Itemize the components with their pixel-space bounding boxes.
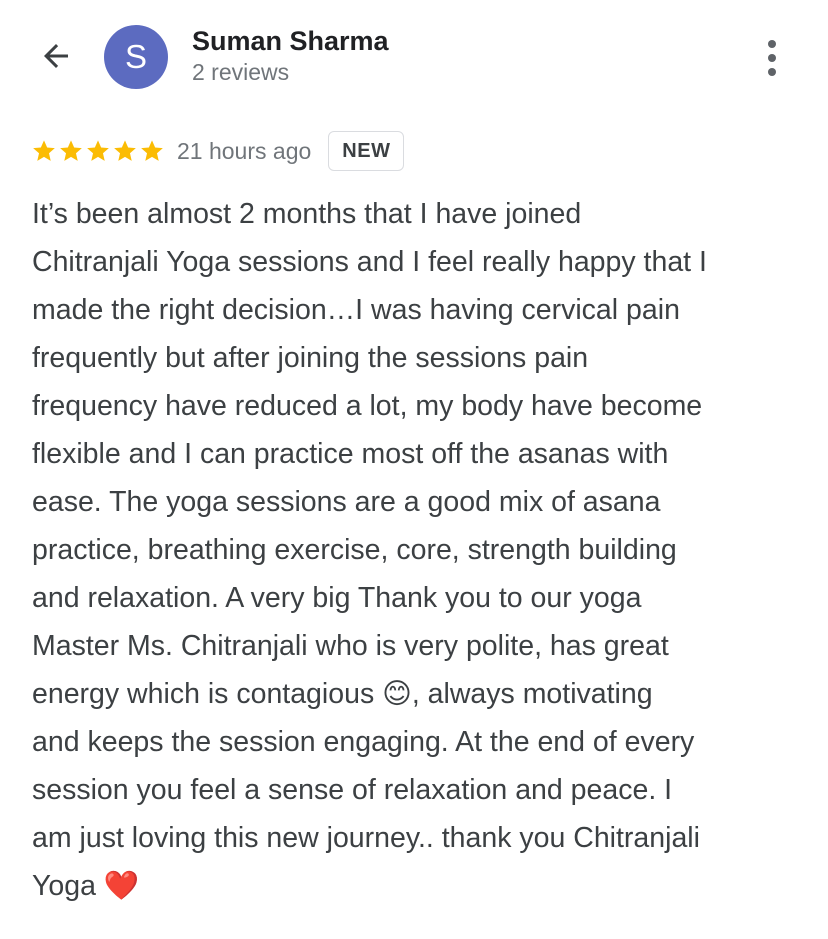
- review-text: It’s been almost 2 months that I have jo…: [32, 190, 800, 910]
- review-text-line: Chitranjali Yoga sessions and I feel rea…: [32, 246, 707, 278]
- review-header: S Suman Sharma 2 reviews: [0, 0, 828, 110]
- new-badge: NEW: [328, 131, 405, 171]
- star-icon: [85, 138, 111, 164]
- star-icon: [58, 138, 84, 164]
- review-text-line: energy which is contagious 😊, always mot…: [32, 678, 653, 710]
- review-text-line: Master Ms. Chitranjali who is very polit…: [32, 630, 669, 662]
- review-text-line: practice, breathing exercise, core, stre…: [32, 534, 677, 566]
- author-name[interactable]: Suman Sharma: [192, 26, 389, 57]
- review-text-line: frequency have reduced a lot, my body ha…: [32, 390, 703, 422]
- back-button[interactable]: [30, 34, 82, 82]
- review-text-line: session you feel a sense of relaxation a…: [32, 774, 673, 806]
- review-text-line: Yoga ❤️: [32, 870, 140, 902]
- avatar[interactable]: S: [104, 25, 168, 89]
- review-text-line: flexible and I can practice most off the…: [32, 438, 669, 470]
- review-text-line: and relaxation. A very big Thank you to …: [32, 582, 642, 614]
- review-meta: 21 hours ago NEW: [31, 129, 405, 173]
- review-time: 21 hours ago: [177, 137, 312, 164]
- star-icon: [139, 138, 165, 164]
- review-text-line: ease. The yoga sessions are a good mix o…: [32, 486, 661, 518]
- review-count: 2 reviews: [192, 59, 290, 85]
- star-icon: [112, 138, 138, 164]
- arrow-back-icon: [38, 38, 74, 79]
- review-text-line: and keeps the session engaging. At the e…: [32, 726, 695, 758]
- more-vert-icon: [768, 40, 776, 48]
- review-text-line: It’s been almost 2 months that I have jo…: [32, 198, 582, 230]
- star-icon: [31, 138, 57, 164]
- more-options-button[interactable]: [750, 34, 794, 82]
- star-rating: [31, 138, 165, 164]
- review-text-line: frequently but after joining the session…: [32, 342, 589, 374]
- avatar-initial: S: [124, 38, 147, 75]
- review-text-line: am just loving this new journey.. thank …: [32, 822, 700, 854]
- review-text-line: made the right decision…I was having cer…: [32, 294, 680, 326]
